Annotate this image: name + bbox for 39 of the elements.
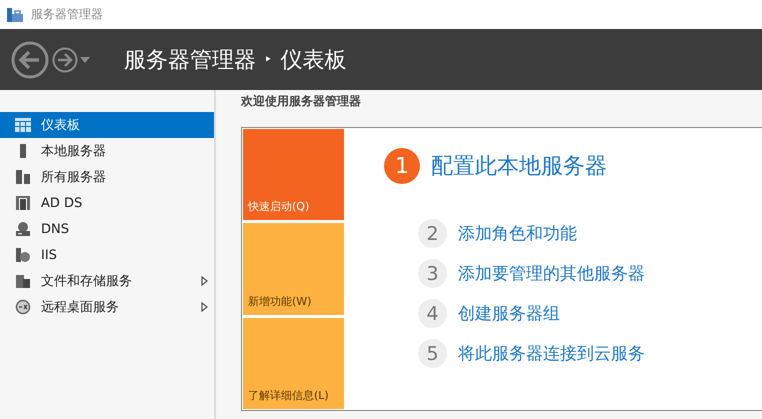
breadcrumb-separator: ‣ [264,52,272,68]
sidebar-item[interactable]: 所有服务器 [0,164,214,190]
server-icon [15,195,31,211]
tab-tile[interactable]: 快速启动(Q) [243,129,344,220]
step-number: 5 [418,339,447,368]
step-link[interactable]: 将此服务器连接到云服务 [458,342,645,365]
server-icon [15,273,31,289]
tab-tile[interactable]: 了解详细信息(L) [243,318,344,409]
sidebar-item[interactable]: AD DS [0,190,214,216]
grid-icon [15,117,31,133]
remote-desktop-icon [15,299,31,315]
sidebar-item[interactable]: DNS [0,216,214,242]
step-link[interactable]: 配置此本地服务器 [431,151,607,181]
step-link[interactable]: 创建服务器组 [458,302,560,325]
server-icon [15,169,31,185]
expand-arrow-icon[interactable] [201,276,208,286]
window-title: 服务器管理器 [31,6,103,23]
step-number: 1 [384,148,420,184]
app-icon [6,6,24,22]
forward-button[interactable] [51,46,79,74]
step-link[interactable]: 添加角色和功能 [458,222,577,245]
page-title: 仪表板 [280,46,346,74]
step-number: 2 [418,219,447,248]
globe-server-icon [15,247,31,263]
sidebar-item[interactable]: 文件和存储服务 [0,268,214,294]
sidebar-item[interactable]: 仪表板 [0,112,214,138]
section-title: 欢迎使用服务器管理器 [241,93,362,110]
expand-arrow-icon[interactable] [201,302,208,312]
step-number: 3 [418,259,447,288]
sidebar-item[interactable]: 远程桌面服务 [0,294,214,320]
sidebar-item[interactable]: 本地服务器 [0,138,214,164]
globe-server-icon [15,221,31,237]
dropdown-icon[interactable] [80,56,90,62]
sidebar-item[interactable]: IIS [0,242,214,268]
tab-tile[interactable]: 新增功能(W) [243,223,344,315]
back-button[interactable] [10,40,50,80]
step-link[interactable]: 添加要管理的其他服务器 [458,262,645,285]
breadcrumb-link[interactable]: 服务器管理器 [124,44,256,74]
step-number: 4 [418,299,447,328]
